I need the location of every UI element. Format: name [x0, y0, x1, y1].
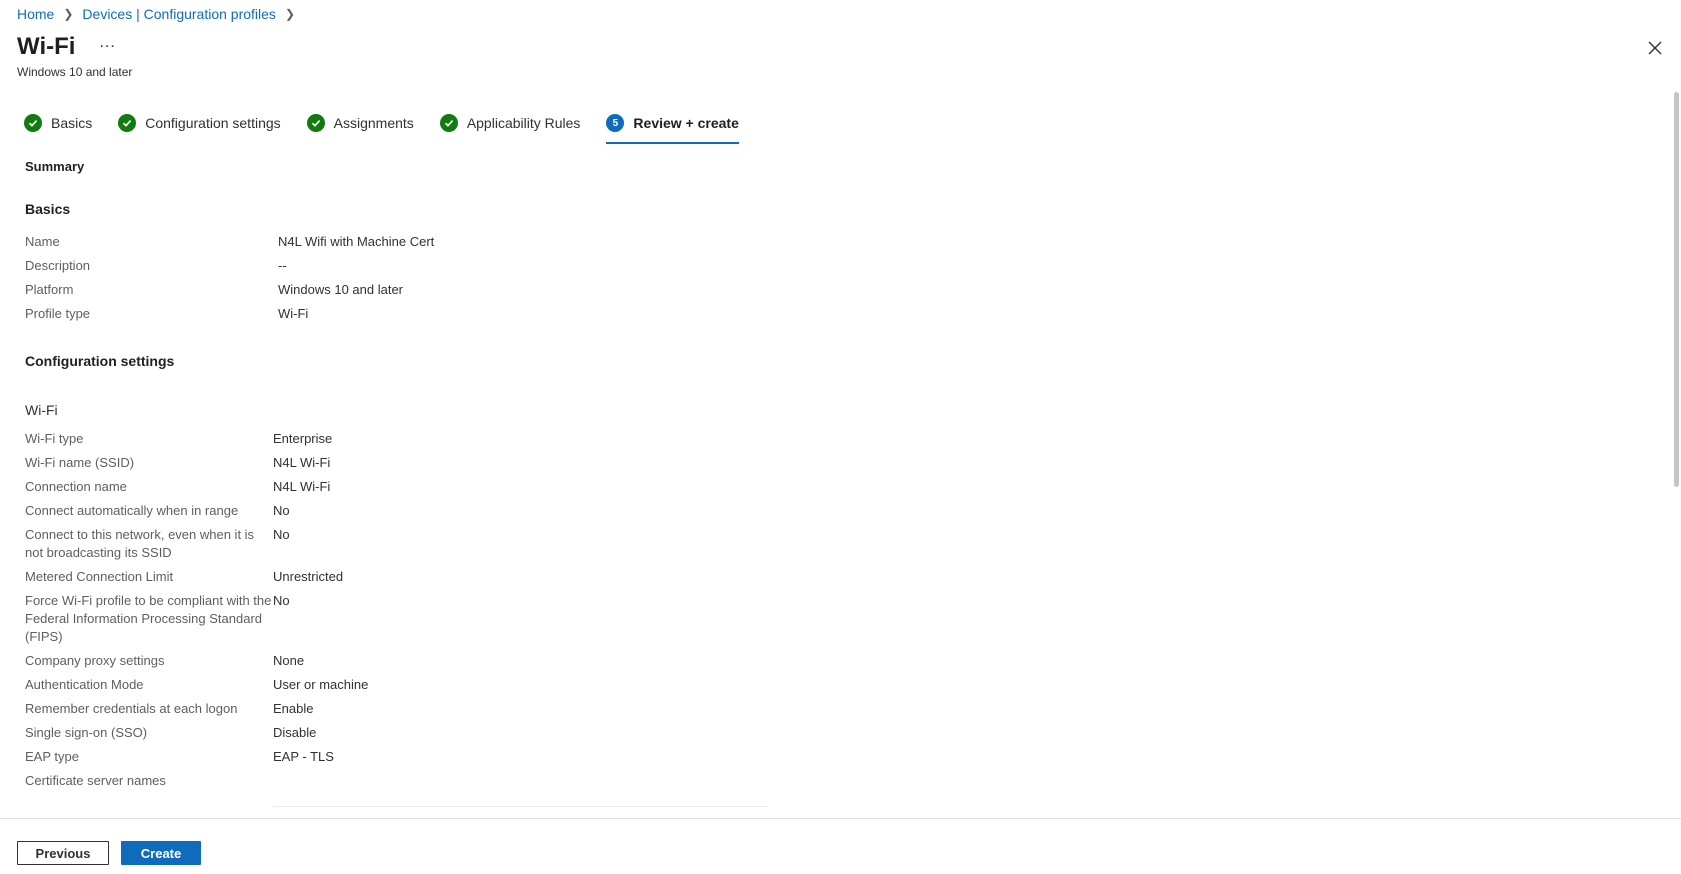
footer-bar: Previous Create [0, 818, 1681, 874]
configuration-settings-heading: Configuration settings [25, 353, 175, 369]
row-value: N4L Wi-Fi [273, 479, 331, 494]
summary-row: Authentication Mode User or machine [25, 676, 368, 694]
row-label: Connection name [25, 479, 127, 494]
summary-row: Connect automatically when in range No [25, 502, 290, 520]
summary-row: Wi-Fi name (SSID) N4L Wi-Fi [25, 454, 330, 472]
summary-row: Connection name N4L Wi-Fi [25, 478, 330, 496]
summary-row: Name N4L Wifi with Machine Cert [25, 233, 434, 251]
row-value: No [273, 503, 290, 518]
summary-row: Remember credentials at each logon Enabl… [25, 700, 313, 718]
row-value: Enable [273, 701, 314, 716]
summary-content: Summary Basics Name N4L Wifi with Machin… [25, 0, 785, 818]
summary-row: EAP type EAP - TLS [25, 748, 334, 766]
summary-row: Metered Connection Limit Unrestricted [25, 568, 343, 586]
row-value: No [273, 527, 290, 542]
row-value: None [273, 653, 305, 668]
row-label: Company proxy settings [25, 653, 165, 668]
row-value: Windows 10 and later [278, 282, 404, 297]
summary-row: Profile type Wi-Fi [25, 305, 308, 323]
create-button[interactable]: Create [121, 841, 201, 865]
row-value: User or machine [273, 677, 369, 692]
summary-row: Force Wi-Fi profile to be compliant with… [25, 592, 290, 646]
row-label: Name [25, 234, 60, 249]
row-value: Unrestricted [273, 569, 344, 584]
row-value: Wi-Fi [278, 306, 309, 321]
summary-row: Connect to this network, even when it is… [25, 526, 290, 562]
row-value: -- [278, 258, 287, 273]
row-label: Force Wi-Fi profile to be compliant with… [25, 593, 272, 644]
row-label: Connect to this network, even when it is… [25, 527, 255, 560]
row-label: Platform [25, 282, 74, 297]
row-label: Certificate server names [25, 773, 166, 788]
row-value: EAP - TLS [273, 749, 334, 764]
row-value: N4L Wifi with Machine Cert [278, 234, 435, 249]
wifi-group-heading: Wi-Fi [25, 402, 58, 418]
basics-heading: Basics [25, 201, 71, 217]
summary-row: Description -- [25, 257, 287, 275]
certificate-server-names-table [273, 806, 768, 807]
row-value: N4L Wi-Fi [273, 455, 331, 470]
row-label: Connect automatically when in range [25, 503, 239, 518]
summary-row: Platform Windows 10 and later [25, 281, 403, 299]
row-label: Wi-Fi name (SSID) [25, 455, 135, 470]
row-label: Remember credentials at each logon [25, 701, 238, 716]
summary-row: Wi-Fi type Enterprise [25, 430, 332, 448]
summary-row: Certificate server names [25, 772, 273, 790]
row-label: Profile type [25, 306, 91, 321]
row-label: Authentication Mode [25, 677, 144, 692]
summary-row: Company proxy settings None [25, 652, 304, 670]
row-value: No [273, 593, 290, 608]
row-label: EAP type [25, 749, 79, 764]
row-label: Metered Connection Limit [25, 569, 174, 584]
summary-heading: Summary [25, 159, 85, 174]
row-label: Description [25, 258, 91, 273]
summary-row: Single sign-on (SSO) Disable [25, 724, 316, 742]
scrollbar-thumb[interactable] [1674, 92, 1679, 487]
previous-button[interactable]: Previous [17, 841, 109, 865]
close-icon[interactable] [1645, 38, 1665, 58]
row-value: Enterprise [273, 431, 333, 446]
row-label: Wi-Fi type [25, 431, 84, 446]
row-value: Disable [273, 725, 317, 740]
row-label: Single sign-on (SSO) [25, 725, 148, 740]
